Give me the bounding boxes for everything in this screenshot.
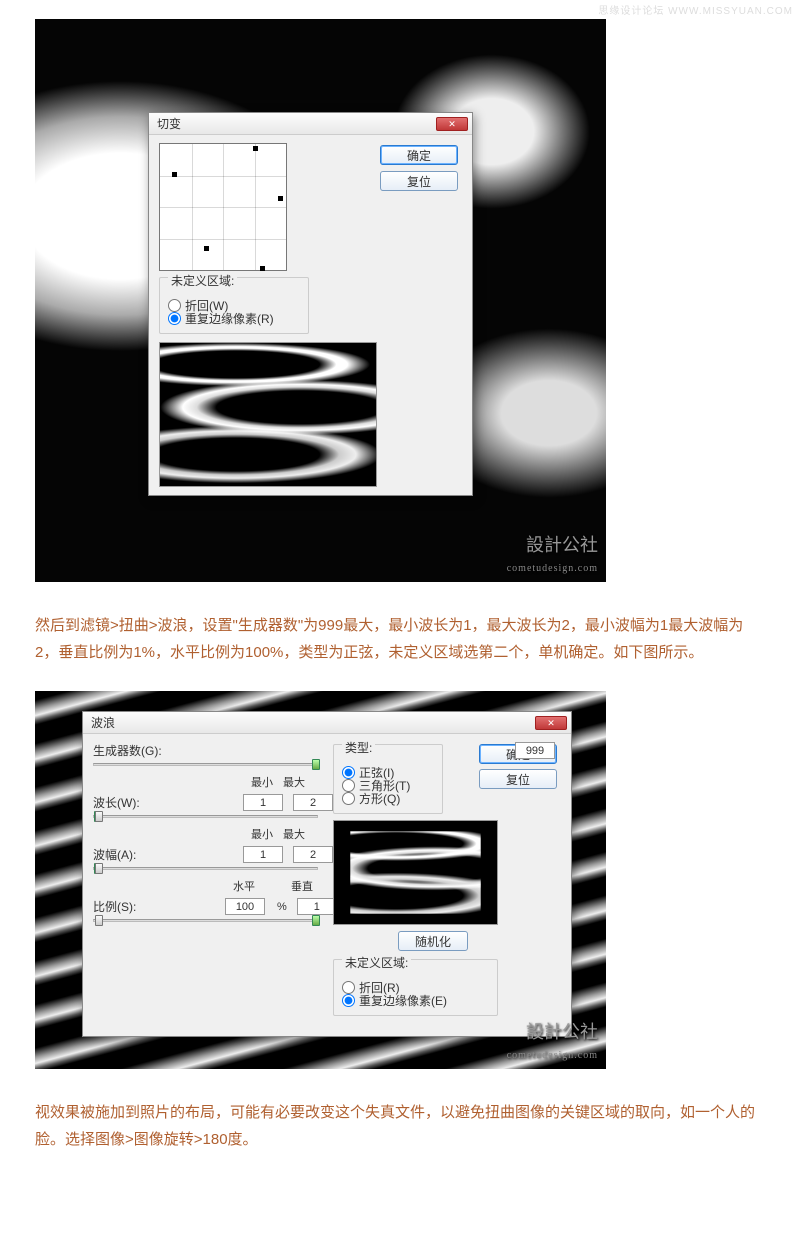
repeat-edge-label: 重复边缘像素(R)	[185, 310, 274, 327]
type-square-option[interactable]: 方形(Q)	[342, 790, 434, 807]
type-group: 类型: 正弦(I) 三角形(T) 方形(Q)	[333, 744, 443, 814]
dialog-title: 切变	[157, 115, 181, 132]
amplitude-max-input[interactable]: 2	[293, 846, 333, 863]
shear-curve-grid[interactable]	[159, 143, 287, 271]
wavelength-min-input[interactable]: 1	[243, 794, 283, 811]
scale-horiz-input[interactable]: 100	[225, 898, 265, 915]
vert-label: 垂直	[291, 878, 313, 894]
max-label: 最大	[283, 774, 305, 790]
screenshot-shear: 切变 ✕ 确定 复位 未定义区域:	[35, 19, 606, 582]
dialog-titlebar: 波浪 ✕	[83, 712, 571, 734]
close-icon[interactable]: ✕	[436, 117, 468, 131]
wavelength-slider[interactable]	[93, 815, 318, 818]
repeat-edge-option[interactable]: 重复边缘像素(E)	[342, 992, 489, 1009]
max-label: 最大	[283, 826, 305, 842]
close-icon[interactable]: ✕	[535, 716, 567, 730]
reset-button[interactable]: 复位	[380, 171, 458, 191]
scale-slider[interactable]	[93, 919, 318, 922]
article-body: 切变 ✕ 确定 复位 未定义区域:	[0, 19, 801, 1198]
pct-label: %	[277, 901, 287, 913]
ok-button[interactable]: 确定	[380, 145, 458, 165]
dialog-titlebar: 切变 ✕	[149, 113, 472, 135]
shear-preview	[159, 342, 377, 487]
repeat-edge-option[interactable]: 重复边缘像素(R)	[168, 310, 300, 327]
image-watermark: 設計公社 cometudesign.com	[507, 536, 598, 576]
scale-vert-input[interactable]: 1	[297, 898, 337, 915]
repeat-edge-label: 重复边缘像素(E)	[359, 992, 447, 1009]
wavelength-max-input[interactable]: 2	[293, 794, 333, 811]
undefined-area-group: 未定义区域: 折回(W) 重复边缘像素(R)	[159, 277, 309, 334]
min-label: 最小	[251, 826, 273, 842]
horiz-label: 水平	[233, 878, 255, 894]
generators-slider[interactable]	[93, 763, 318, 766]
screenshot-wave: 波浪 ✕ 确定 复位 生成器数(G): 999	[35, 691, 606, 1069]
amplitude-slider[interactable]	[93, 867, 318, 870]
undefined-area-label: 未定义区域:	[168, 272, 237, 289]
randomize-button[interactable]: 随机化	[398, 931, 468, 951]
shear-dialog: 切变 ✕ 确定 复位 未定义区域:	[148, 112, 473, 496]
scale-label: 比例(S):	[93, 898, 173, 915]
paragraph-2: 视效果被施加到照片的布局，可能有必要改变这个失真文件，以避免扭曲图像的关键区域的…	[35, 1099, 766, 1153]
generators-label: 生成器数(G):	[93, 742, 173, 759]
dialog-title: 波浪	[91, 714, 115, 731]
wave-dialog: 波浪 ✕ 确定 复位 生成器数(G): 999	[82, 711, 572, 1037]
min-label: 最小	[251, 774, 273, 790]
wave-preview	[333, 820, 498, 925]
undefined-area-label: 未定义区域:	[342, 954, 411, 971]
undefined-area-group: 未定义区域: 折回(R) 重复边缘像素(E)	[333, 959, 498, 1016]
wavelength-label: 波长(W):	[93, 794, 173, 811]
page-watermark: 思缘设计论坛 WWW.MISSYUAN.COM	[0, 0, 801, 19]
type-square-label: 方形(Q)	[359, 790, 400, 807]
image-watermark: 設計公社 cometudesign.com	[507, 1023, 598, 1063]
amplitude-label: 波幅(A):	[93, 846, 173, 863]
amplitude-min-input[interactable]: 1	[243, 846, 283, 863]
paragraph-1: 然后到滤镜>扭曲>波浪，设置"生成器数"为999最大，最小波长为1，最大波长为2…	[35, 612, 766, 666]
type-label: 类型:	[342, 739, 375, 756]
